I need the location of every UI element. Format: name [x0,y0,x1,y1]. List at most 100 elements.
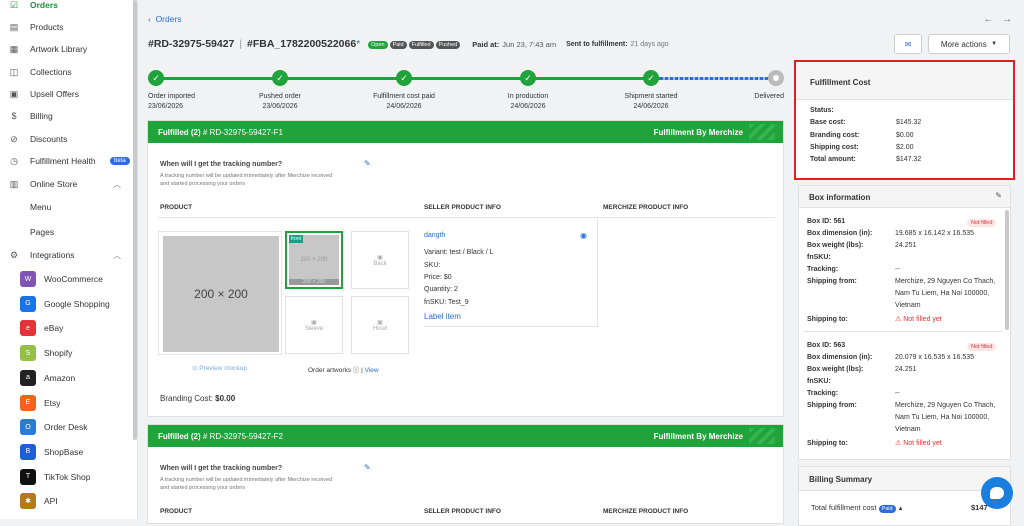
api-icon: ✱ [20,493,36,510]
artwork-hood[interactable]: ▣ Hood [351,296,409,354]
view-artworks-link[interactable]: View [365,367,379,374]
timeline-label: In production 24/06/2026 [507,93,549,110]
timeline-step-icon: ✓ [520,70,536,86]
image-icon: ▣ [377,254,383,261]
sidebar-item-collections[interactable]: ◫ Collections [0,61,133,83]
sidebar-item-online-store[interactable]: ▥ Online Store ︿ [0,173,133,195]
sidebar-item-tiktok-shop[interactable]: T TikTok Shop [0,466,133,488]
status-badge: Fulfilled [408,41,434,49]
timeline-step-icon: ✓ [396,70,412,86]
box-label: Shipping from: [807,402,857,409]
tracking-note: A tracking number will be updated immedi… [160,173,333,187]
cost-label: Status: [810,107,834,114]
sidebar-item-shopify[interactable]: S Shopify [0,342,133,364]
status-badges: Open Paid Fulfilled Pushed [368,39,462,49]
sidebar: ☑ Orders ▤ Products ▦ Artwork Library ◫ Coll… [0,0,138,519]
artwork-sleeve[interactable]: ▣ Sleeve [285,296,343,354]
sent-to-fulfillment: 21 days ago [630,40,669,48]
timeline-step-icon: ✓ [643,70,659,86]
edit-icon[interactable]: ✎ [995,191,1002,200]
fba-id: #FBA_1782200522066 [247,38,357,50]
box-value: -- [895,390,900,397]
seller-product-name[interactable]: dangth [424,232,445,239]
box-label: Box weight (lbs): [807,366,864,373]
email-button[interactable]: ✉ [894,34,922,54]
woocommerce-icon: W [20,271,36,287]
status-badge: Pushed [435,41,461,49]
arrow-right-icon[interactable]: → [1002,14,1012,25]
timeline-label: Order imported 23/06/2026 [148,93,196,110]
box-label: Shipping from: [807,278,857,285]
box-label: Tracking: [807,266,839,273]
sidebar-item-shopbase[interactable]: B ShopBase [0,441,133,463]
col-product: PRODUCT [160,204,193,211]
order-id: #RD-32975-59427 [148,38,235,50]
info-icon: ⓘ [352,367,360,374]
sidebar-item-google-shopping[interactable]: G Google Shopping [0,293,133,315]
box-value: 24.251 [895,242,917,249]
sidebar-item-products[interactable]: ▤ Products [0,16,133,38]
sidebar-item-api[interactable]: ✱ API [0,490,133,512]
sidebar-item-orders[interactable]: ☑ Orders [0,0,133,16]
back-link[interactable]: ‹ Orders [148,14,182,24]
preview-mockup-link[interactable]: ⊙ Preview mockup [192,364,247,372]
caret-up-icon[interactable]: ▲ [898,506,904,512]
upsell-icon: ▣ [9,88,19,99]
box-label: Box weight (lbs): [807,242,864,249]
tracking-question: When will I get the tracking number? [160,161,283,168]
sidebar-scrollbar[interactable] [133,0,137,440]
sidebar-item-etsy[interactable]: E Etsy [0,392,133,414]
col-seller-product-info: SELLER PRODUCT INFO [424,204,501,211]
timeline-step-icon [768,70,784,86]
more-actions-button[interactable]: More actions ▼ [928,34,1010,54]
box-scrollbar[interactable] [1005,210,1009,330]
sidebar-item-woocommerce[interactable]: W WooCommerce [0,268,133,290]
sidebar-item-upsell-offers[interactable]: ▣ Upsell Offers [0,83,133,105]
tracking-question: When will I get the tracking number? [160,465,283,472]
sidebar-item-artwork-library[interactable]: ▦ Artwork Library [0,38,133,60]
billing-icon: $ [11,111,17,121]
not-filled-badge: Not filled [967,343,997,351]
timeline-label: Fulfillment cost paid 24/06/2026 [373,93,435,110]
integrations-icon: ⚙ [9,249,19,260]
sidebar-item-billing[interactable]: $ Billing [0,105,133,127]
box-label: Box ID: 563 [807,342,846,349]
tiktok-shop-icon: T [20,468,36,485]
caret-down-icon: ▼ [991,41,998,47]
eye-icon[interactable]: ◉ [580,231,587,240]
product-mockup: 200 × 200 [158,231,282,355]
total-fulfillment-cost: Total fulfillment cost Paid ▲ [811,503,904,513]
label-item-link[interactable]: Label item [424,312,461,321]
artwork-front[interactable]: 200 × 200 front 200 × 200 [285,231,343,289]
collections-icon: ◫ [9,66,19,77]
product-variant: Variant: test / Black / L [424,249,494,256]
sidebar-item-integrations[interactable]: ⚙ Integrations ︿ [0,244,133,266]
box-value: 19.685 x 16.142 x 16.535 [895,230,975,237]
sidebar-item-ebay[interactable]: e eBay [0,317,133,339]
fulfillment-cost-title: Fulfillment Cost [810,78,871,87]
health-icon: ◷ [10,155,18,166]
sidebar-item-fulfillment-health[interactable]: ◷ Fulfillment Health beta [0,150,133,172]
chat-button[interactable] [981,477,1013,509]
merchize-logo [749,124,775,140]
product-fnsku: fnSKU: Test_9 [424,299,469,306]
cost-value: $0.00 [896,131,914,139]
sidebar-item-menu[interactable]: Menu [0,196,133,218]
main-content: ‹ Orders ← → #RD-32975-59427 | #FBA_1782… [138,0,1024,526]
arrow-left-icon[interactable]: ← [984,14,994,25]
sidebar-item-order-desk[interactable]: O Order Desk [0,416,133,438]
box-value: 20.079 x 16.535 x 16.535 [895,354,975,361]
order-desk-icon: O [20,419,36,436]
cost-label: Base cost: [810,119,846,127]
sidebar-item-discounts[interactable]: ⊘ Discounts [0,128,133,150]
sidebar-item-amazon[interactable]: a Amazon [0,367,133,389]
product-price: Price: $0 [424,274,452,281]
edit-icon[interactable]: ✎ [364,159,371,168]
amazon-icon: a [20,369,36,386]
edit-icon[interactable]: ✎ [364,463,371,472]
fulfillment-header: Fulfilled (2) # RD-32975-59427-F2 Fulfil… [148,425,783,447]
envelope-icon: ✉ [904,39,912,49]
sidebar-item-pages[interactable]: Pages [0,221,133,243]
artwork-back[interactable]: ▣ Back [351,231,409,289]
timeline-remaining [660,77,778,80]
